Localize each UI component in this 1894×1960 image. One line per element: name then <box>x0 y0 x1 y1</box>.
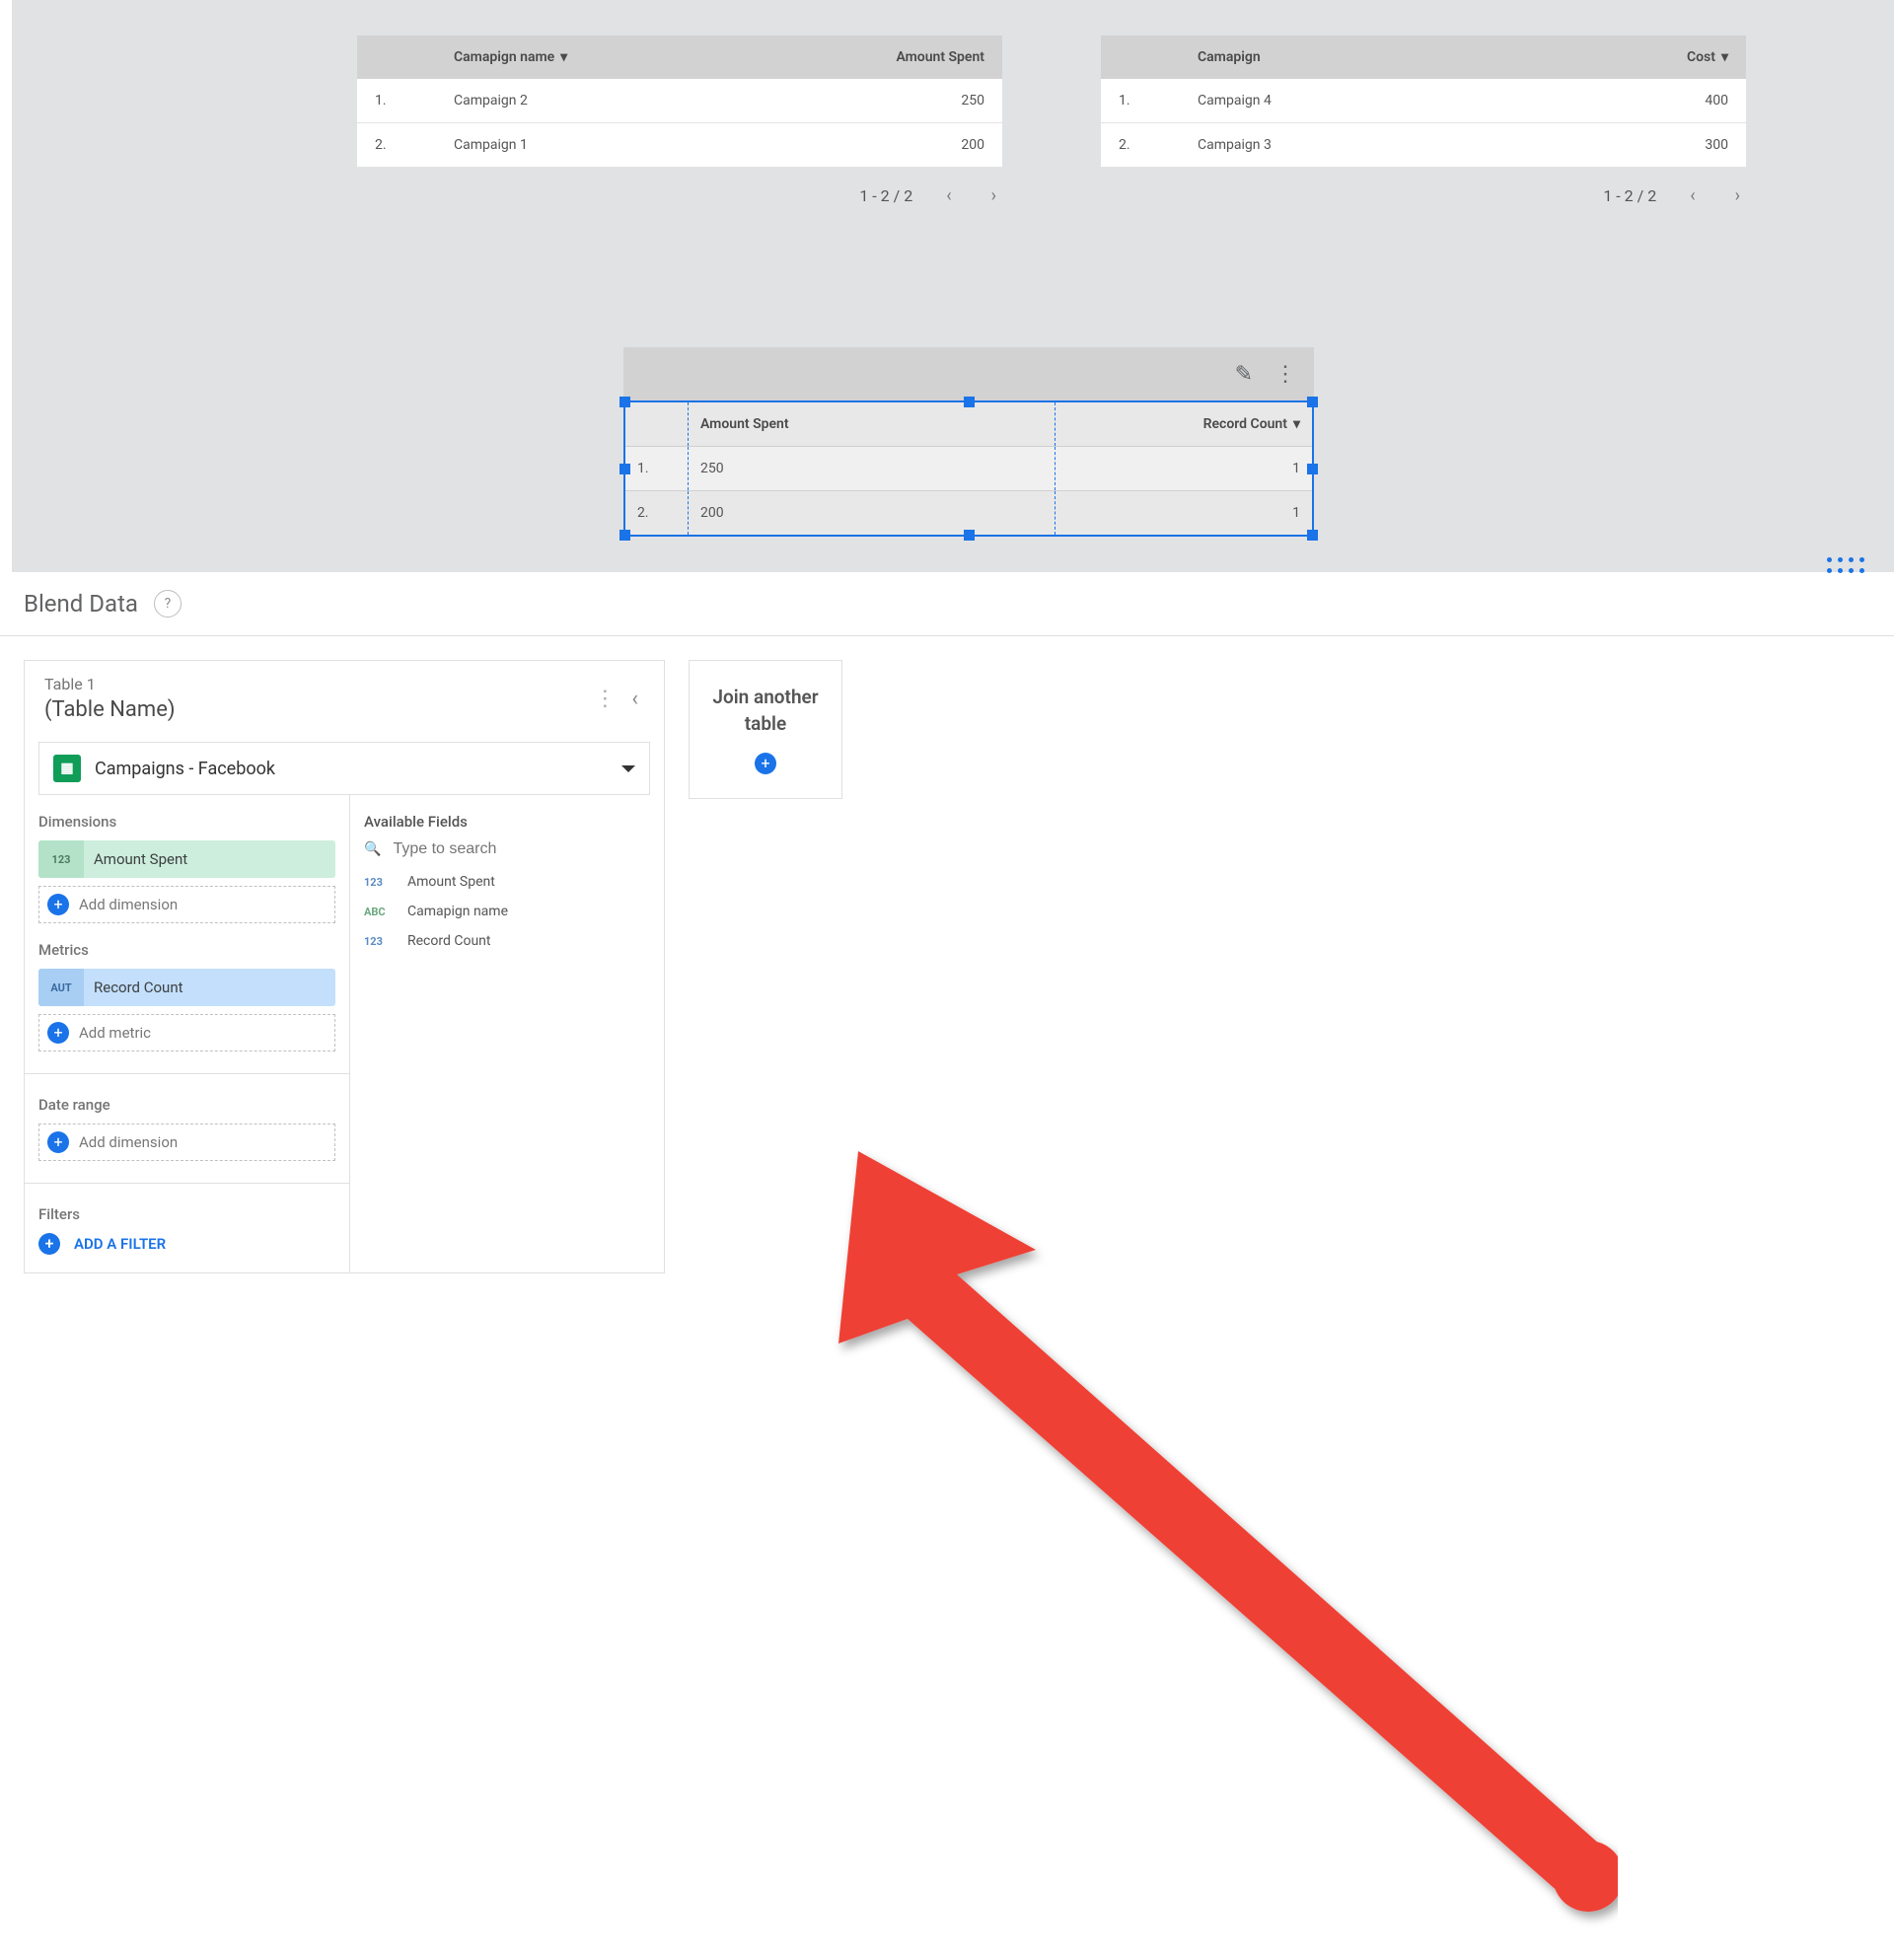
next-page-icon[interactable]: › <box>985 185 1002 206</box>
plus-icon: + <box>47 1131 69 1153</box>
add-metric-button[interactable]: + Add metric <box>38 1014 335 1052</box>
add-dimension-button[interactable]: + Add dimension <box>38 886 335 923</box>
plus-icon: + <box>47 1022 69 1044</box>
add-filter-button[interactable]: + ADD A FILTER <box>38 1233 335 1255</box>
table-row: Camapign name ▾ Amount Spent <box>357 36 1002 79</box>
plus-icon: + <box>755 753 776 774</box>
pager: 1 - 2 / 2 ‹ › <box>357 185 1002 206</box>
available-field[interactable]: 123 Amount Spent <box>364 874 650 890</box>
section-available-fields: Available Fields <box>364 813 650 831</box>
more-icon[interactable]: ⋮ <box>1275 362 1296 387</box>
table-row: 1. 250 1 <box>625 446 1312 490</box>
resize-handle[interactable] <box>619 464 630 474</box>
resize-handle[interactable] <box>619 397 630 407</box>
col-header[interactable]: Record Count▾ <box>1056 402 1312 446</box>
field-type-number-icon: 123 <box>364 935 394 948</box>
search-input[interactable] <box>393 840 650 858</box>
sort-desc-icon: ▾ <box>1293 416 1300 432</box>
table-row: Amount Spent Record Count▾ <box>625 402 1312 446</box>
prev-page-icon[interactable]: ‹ <box>940 185 957 206</box>
annotation-arrow-icon <box>631 1122 1618 1960</box>
col-header[interactable]: Amount Spent <box>689 402 1056 446</box>
resize-handle[interactable] <box>1307 397 1318 407</box>
table-row: 2. Campaign 3 300 <box>1101 123 1746 168</box>
field-type-number-icon: 123 <box>364 876 394 889</box>
help-icon[interactable]: ? <box>154 590 182 617</box>
edit-icon[interactable]: ✎ <box>1235 362 1253 387</box>
resize-handle[interactable] <box>1307 464 1318 474</box>
resize-handle[interactable] <box>964 397 975 407</box>
resize-handle[interactable] <box>964 530 975 541</box>
section-metrics: Metrics <box>38 941 335 959</box>
section-daterange: Date range <box>38 1096 335 1114</box>
plus-icon: + <box>38 1233 60 1255</box>
sort-desc-icon: ▾ <box>1721 49 1728 65</box>
table-label: Table 1 <box>44 675 586 693</box>
prev-page-icon[interactable]: ‹ <box>1684 185 1701 206</box>
sort-desc-icon: ▾ <box>560 49 567 65</box>
table-2[interactable]: Camapign Cost ▾ 1. Campaign 4 400 2. Camp… <box>1101 36 1746 206</box>
datasource-select[interactable]: ▦ Campaigns - Facebook <box>38 742 650 795</box>
resize-handle[interactable] <box>619 530 630 541</box>
table-1[interactable]: Camapign name ▾ Amount Spent 1. Campaign … <box>357 36 1002 206</box>
field-type-auto-icon: AUT <box>38 969 84 1006</box>
page-range: 1 - 2 / 2 <box>1603 186 1656 205</box>
datasource-name: Campaigns - Facebook <box>95 759 608 779</box>
dimension-pill[interactable]: 123 Amount Spent <box>38 840 335 878</box>
collapse-icon[interactable]: ‹ <box>625 687 644 711</box>
col-header[interactable]: Cost <box>1687 49 1715 65</box>
selected-chart[interactable]: ✎ ⋮ Amount Spent Record Count▾ 1. 250 1 <box>623 347 1314 537</box>
table-row: 2. 200 1 <box>625 490 1312 535</box>
page-range: 1 - 2 / 2 <box>859 186 912 205</box>
col-header[interactable]: Camapign <box>1198 49 1570 65</box>
field-type-text-icon: ABC <box>364 906 394 918</box>
metric-pill[interactable]: AUT Record Count <box>38 969 335 1006</box>
section-filters: Filters <box>38 1205 335 1223</box>
sheets-icon: ▦ <box>53 755 81 782</box>
search-icon: 🔍 <box>364 841 381 857</box>
resize-handle[interactable] <box>1307 530 1318 541</box>
panel-title: Blend Data <box>24 590 138 617</box>
more-icon[interactable]: ⋮ <box>586 687 625 711</box>
table-row: 1. Campaign 2 250 <box>357 79 1002 123</box>
caret-down-icon <box>621 765 635 772</box>
table-row: 2. Campaign 1 200 <box>357 123 1002 168</box>
report-canvas: Camapign name ▾ Amount Spent 1. Campaign … <box>12 0 1894 572</box>
table-row: 1. Campaign 4 400 <box>1101 79 1746 123</box>
blend-table-card: Table 1 (Table Name) ⋮ ‹ ▦ Campaigns - F… <box>24 660 665 1273</box>
available-field[interactable]: ABC Camapign name <box>364 904 650 919</box>
table-row: Camapign Cost ▾ <box>1101 36 1746 79</box>
add-daterange-button[interactable]: + Add dimension <box>38 1124 335 1161</box>
panel-drag-handle-icon[interactable] <box>1827 557 1864 573</box>
available-field[interactable]: 123 Record Count <box>364 933 650 949</box>
blend-panel-body: Table 1 (Table Name) ⋮ ‹ ▦ Campaigns - F… <box>0 636 1894 1297</box>
blend-panel-header: Blend Data ? <box>0 572 1894 636</box>
pager: 1 - 2 / 2 ‹ › <box>1101 185 1746 206</box>
col-header[interactable]: Amount Spent <box>827 49 984 65</box>
next-page-icon[interactable]: › <box>1729 185 1746 206</box>
table-name[interactable]: (Table Name) <box>44 697 586 722</box>
join-label: Join another table <box>703 685 828 737</box>
chart-toolbar: ✎ ⋮ <box>623 347 1314 400</box>
col-header[interactable]: Camapign name <box>454 49 554 65</box>
plus-icon: + <box>47 894 69 915</box>
section-dimensions: Dimensions <box>38 813 335 831</box>
join-another-table-button[interactable]: Join another table + <box>689 660 842 799</box>
field-type-number-icon: 123 <box>38 840 84 878</box>
